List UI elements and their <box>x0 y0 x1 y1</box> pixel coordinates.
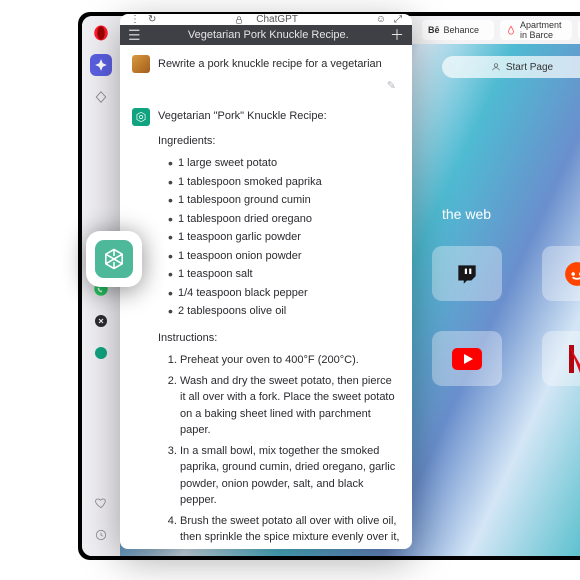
ingredient-item: 1 teaspoon onion powder <box>168 248 400 265</box>
hamburger-icon[interactable]: ☰ <box>128 27 141 44</box>
ingredient-item: 1 tablespoon dried oregano <box>168 211 400 228</box>
user-message-row: Rewrite a pork knuckle recipe for a vege… <box>120 45 412 79</box>
instructions-list: Preheat your oven to 400°F (200°C). Wash … <box>158 352 400 549</box>
tab-label: Apartment in Barce <box>520 20 566 40</box>
chatgpt-side-panel: ⋮ ↻ ChatGPT ☺ ⤢ ☰ Vegetarian Pork Knuckl… <box>120 14 412 549</box>
tab-behance[interactable]: Bē Behance <box>422 20 494 40</box>
instruction-step: Brush the sweet potato all over with oli… <box>180 513 400 550</box>
instruction-step: In a small bowl, mix together the smoked… <box>180 443 400 509</box>
ingredient-item: 1 large sweet potato <box>168 155 400 172</box>
site-name: ChatGPT <box>256 14 298 25</box>
expand-icon[interactable]: ⤢ <box>394 14 402 25</box>
tile-reddit[interactable] <box>542 246 580 301</box>
panel-address-bar: ⋮ ↻ ChatGPT ☺ ⤢ <box>120 14 412 25</box>
ingredient-item: 1 teaspoon salt <box>168 266 400 283</box>
edit-message-icon[interactable]: ✎ <box>387 79 398 92</box>
tile-netflix[interactable] <box>542 331 580 386</box>
heart-icon[interactable] <box>90 492 112 514</box>
chatgpt-float-badge <box>86 231 142 287</box>
ingredient-item: 1 teaspoon garlic powder <box>168 229 400 246</box>
history-icon[interactable] <box>90 524 112 546</box>
user-icon <box>491 62 501 72</box>
conversation-header: ☰ Vegetarian Pork Knuckle Recipe. ＋ <box>120 25 412 45</box>
diamond-outline-icon[interactable] <box>90 86 112 108</box>
speed-dial-grid <box>432 246 580 386</box>
ingredients-list: 1 large sweet potato 1 tablespoon smoked … <box>158 155 400 320</box>
chatgpt-logo-icon <box>95 240 133 278</box>
smiley-icon[interactable]: ☺ <box>376 14 386 25</box>
assistant-message-body: Vegetarian "Pork" Knuckle Recipe: Ingred… <box>158 108 400 549</box>
reload-icon[interactable]: ↻ <box>148 14 156 25</box>
conversation-title: Vegetarian Pork Knuckle Recipe. <box>147 29 390 41</box>
aria-sidebar-button[interactable] <box>90 54 112 76</box>
response-title: Vegetarian "Pork" Knuckle Recipe: <box>158 108 400 125</box>
lock-icon <box>234 15 244 25</box>
tab-label: Behance <box>444 25 480 35</box>
new-chat-icon[interactable]: ＋ <box>390 25 404 45</box>
ingredient-item: 1 tablespoon ground cumin <box>168 192 400 209</box>
close-dot-icon[interactable] <box>90 310 112 332</box>
behance-icon: Bē <box>428 25 440 35</box>
airbnb-icon <box>506 25 516 35</box>
user-avatar <box>132 55 150 73</box>
chatgpt-avatar-icon <box>132 108 150 126</box>
ingredient-item: 2 tablespoons olive oil <box>168 303 400 320</box>
user-message-text: Rewrite a pork knuckle recipe for a vege… <box>158 58 400 70</box>
start-page-label: Start Page <box>506 62 553 73</box>
assistant-message-row: Vegetarian "Pork" Knuckle Recipe: Ingred… <box>120 98 412 549</box>
instructions-heading: Instructions: <box>158 330 400 347</box>
hero-text-fragment: the web <box>442 206 491 222</box>
ingredients-heading: Ingredients: <box>158 133 400 150</box>
tab-strip: Bē Behance Apartment in Barce <box>422 20 580 40</box>
instruction-step: Wash and dry the sweet potato, then pier… <box>180 373 400 439</box>
tab-airbnb[interactable]: Apartment in Barce <box>500 20 572 40</box>
kebab-icon[interactable]: ⋮ <box>130 14 140 25</box>
chatgpt-dot-icon[interactable] <box>90 342 112 364</box>
tile-twitch[interactable] <box>432 246 502 301</box>
instruction-step: Preheat your oven to 400°F (200°C). <box>180 352 400 369</box>
start-page-pill[interactable]: Start Page <box>442 56 580 78</box>
ingredient-item: 1/4 teaspoon black pepper <box>168 285 400 302</box>
opera-logo-icon[interactable] <box>90 22 112 44</box>
ingredient-item: 1 tablespoon smoked paprika <box>168 174 400 191</box>
tile-youtube[interactable] <box>432 331 502 386</box>
